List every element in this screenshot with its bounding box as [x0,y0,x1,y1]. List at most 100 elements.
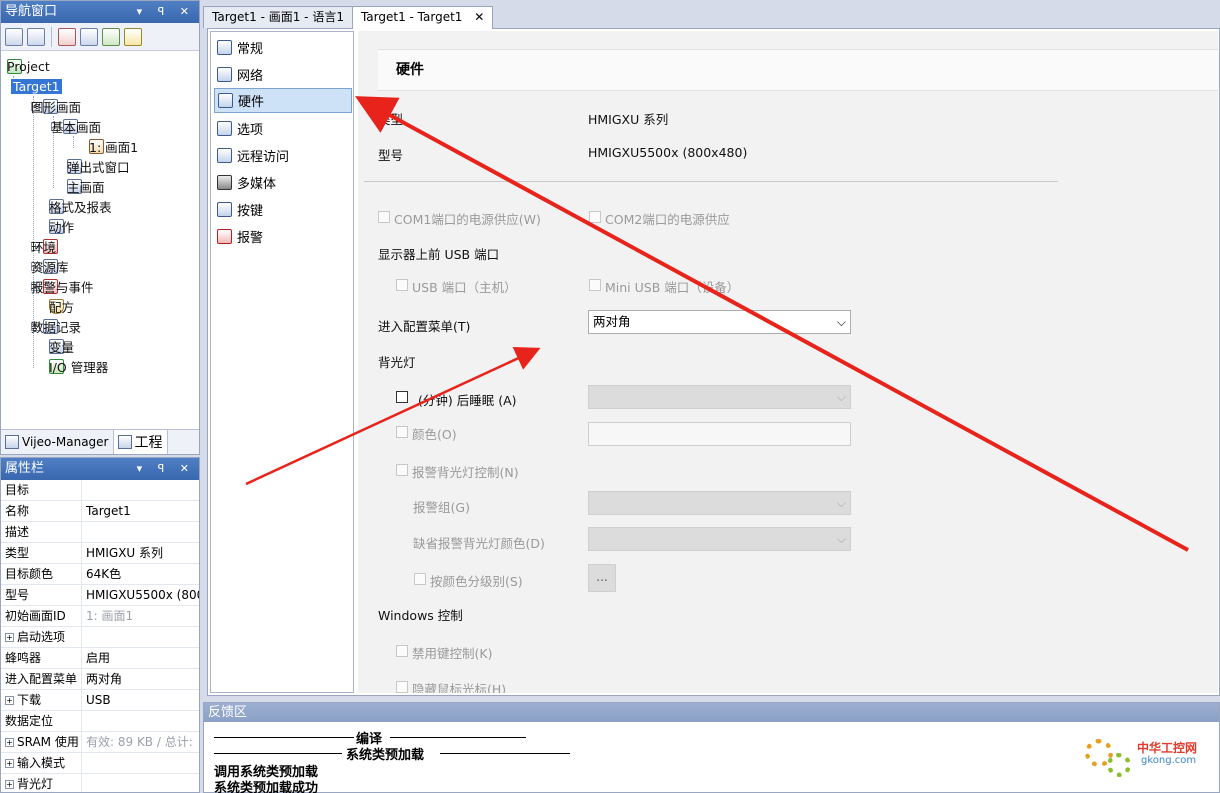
tree-item-main-screen[interactable]: 主画面 [67,177,105,196]
tree-item-target1[interactable]: − Target1 [11,77,62,96]
property-key: + SRAM 使用 [1,732,82,752]
property-value[interactable]: Target1 [82,501,199,521]
property-row[interactable]: 数据定位 [1,711,199,732]
mini-usb-checkbox[interactable] [589,279,601,291]
tab-screen1[interactable]: Target1 - 画面1 - 语言1 [203,6,353,28]
property-value[interactable]: 1: 画面1 [82,606,199,626]
tree-item-environment[interactable]: + 环境 [31,237,62,256]
property-row[interactable]: 蜂鸣器 启用 [1,648,199,669]
category-multimedia[interactable]: 多媒体 [214,170,352,195]
tree-item-format-report[interactable]: 格式及报表 [49,197,112,216]
property-value[interactable] [82,522,199,542]
expand-icon[interactable]: + [5,696,14,705]
property-value[interactable] [82,711,199,731]
chevron-down-icon: ⌵ [836,532,846,546]
tab-project[interactable]: 工程 [113,430,168,454]
tree-item-graphics[interactable]: − 图形画面 [31,97,81,116]
expand-icon[interactable]: + [5,633,14,642]
simulate-icon[interactable] [124,27,142,46]
tree-item-io-manager[interactable]: I/O 管理器 [49,357,108,376]
property-value[interactable]: 64K色 [82,564,199,584]
category-keys[interactable]: 按键 [214,197,352,222]
category-options[interactable]: 选项 [214,116,352,141]
com2-power-checkbox[interactable] [589,211,601,223]
panel-controls[interactable]: ▾ ꟼ ✕ [137,1,195,23]
expand-icon[interactable]: + [5,780,14,789]
property-row[interactable]: 目标颜色 64K色 [1,564,199,585]
expand-icon[interactable]: + [5,759,14,768]
tree-item-data-log[interactable]: + 数据记录 [31,317,81,336]
property-value[interactable] [82,774,199,792]
property-value[interactable] [82,480,199,500]
property-row[interactable]: 进入配置菜单 两对角 [1,669,199,690]
property-row[interactable]: + SRAM 使用 有效: 89 KB / 总计: [1,732,199,753]
hide-cursor-checkbox[interactable] [396,681,408,693]
property-value[interactable]: 启用 [82,648,199,668]
property-value[interactable]: USB [82,690,199,710]
category-general[interactable]: 常规 [214,35,352,60]
property-value[interactable]: HMIGXU 系列 [82,543,199,563]
tree-item-action[interactable]: 动作 [49,217,74,236]
tree-item-popup[interactable]: 弹出式窗口 [67,157,130,176]
property-row[interactable]: 描述 [1,522,199,543]
property-row[interactable]: + 输入模式 [1,753,199,774]
expand-icon[interactable]: + [5,738,14,747]
tree-label: 图形画面 [31,100,82,115]
property-row[interactable]: 目标 [1,480,199,501]
download-icon[interactable] [102,27,120,46]
config-menu-dropdown[interactable]: 两对角 ⌵ [588,310,851,334]
category-remote-access[interactable]: 远程访问 [214,143,352,168]
tree-item-variables[interactable]: 变量 [49,337,74,356]
property-key: 目标 [1,480,82,500]
save-icon[interactable] [27,27,45,46]
new-icon[interactable] [5,27,23,46]
watermark-text: 中华工控网 [1137,741,1198,755]
property-row[interactable]: + 背光灯 [1,774,199,792]
usb-host-checkbox[interactable] [396,279,408,291]
sleep-minutes-dropdown[interactable]: ⌵ [588,385,851,409]
category-alarm[interactable]: 报警 [214,224,352,249]
property-value[interactable] [82,627,199,647]
property-row[interactable]: 型号 HMIGXU5500x (800 [1,585,199,606]
tree-item-alarm-events[interactable]: + 报警与事件 [31,277,94,296]
sleep-checkbox[interactable] [396,391,408,403]
property-value[interactable] [82,753,199,773]
color-by-level-checkbox[interactable] [414,573,426,585]
tree-item-base-screens[interactable]: − 基本画面 [51,117,101,136]
color-by-level-button[interactable]: ... [588,564,616,592]
alarm-backlight-checkbox[interactable] [396,464,408,476]
tree-item-screen1[interactable]: 1: 画面1 [89,137,138,156]
color-field[interactable] [588,422,851,446]
tree-item-resources[interactable]: + 资源库 [31,257,69,276]
property-row[interactable]: 初始画面ID 1: 画面1 [1,606,199,627]
hide-cursor-label: 隐藏鼠标光标(H) [412,682,507,693]
tree-item-project[interactable]: Project [7,57,50,76]
remote-access-icon [217,148,232,163]
property-value[interactable]: HMIGXU5500x (800 [82,585,199,605]
property-row[interactable]: + 启动选项 [1,627,199,648]
tab-vijeo-manager[interactable]: Vijeo-Manager [1,430,114,454]
general-icon [217,40,232,55]
config-menu-label: 进入配置菜单(T) [378,319,471,334]
property-value[interactable]: 两对角 [82,669,199,689]
property-row[interactable]: 类型 HMIGXU 系列 [1,543,199,564]
tab-target1[interactable]: Target1 - Target1 ✕ [351,6,494,29]
check-icon[interactable] [58,27,76,46]
color-checkbox[interactable] [396,426,408,438]
property-row[interactable]: 名称 Target1 [1,501,199,522]
close-icon[interactable]: ✕ [474,10,484,24]
com1-power-checkbox[interactable] [378,211,390,223]
property-value[interactable]: 有效: 89 KB / 总计: [82,732,199,752]
category-network[interactable]: 网络 [214,62,352,87]
default-alarm-color-dropdown[interactable]: ⌵ [588,527,851,551]
tree-label: 配方 [49,300,75,315]
alarm-group-dropdown[interactable]: ⌵ [588,491,851,515]
category-hardware[interactable]: 硬件 [214,88,352,113]
panel-controls[interactable]: ▾ ꟼ ✕ [137,458,195,480]
disable-keys-checkbox[interactable] [396,645,408,657]
tree-item-recipe[interactable]: 配方 [49,297,74,316]
property-row[interactable]: + 下载 USB [1,690,199,711]
build-icon[interactable] [80,27,98,46]
sleep-label: (分钟) 后睡眠 (A) [418,393,517,408]
property-key: 型号 [1,585,82,605]
